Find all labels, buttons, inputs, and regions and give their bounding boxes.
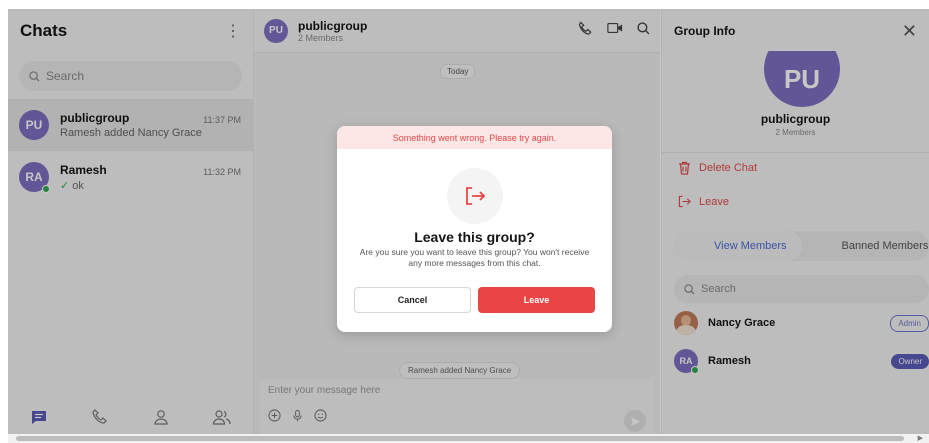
leave-icon bbox=[466, 187, 486, 205]
cancel-button[interactable]: Cancel bbox=[354, 287, 471, 313]
error-banner: Something went wrong. Please try again. bbox=[337, 126, 612, 149]
dialog-description: Are you sure you want to leave this grou… bbox=[359, 247, 590, 268]
confirm-leave-button[interactable]: Leave bbox=[478, 287, 595, 313]
dialog-title: Leave this group? bbox=[414, 229, 535, 245]
leave-group-dialog: Something went wrong. Please try again. … bbox=[337, 126, 612, 332]
horizontal-scrollbar[interactable]: ▶ bbox=[8, 434, 929, 443]
leave-icon-circle bbox=[447, 168, 503, 224]
scrollbar-thumb[interactable] bbox=[16, 436, 904, 441]
scroll-right-arrow-icon[interactable]: ▶ bbox=[918, 434, 923, 442]
